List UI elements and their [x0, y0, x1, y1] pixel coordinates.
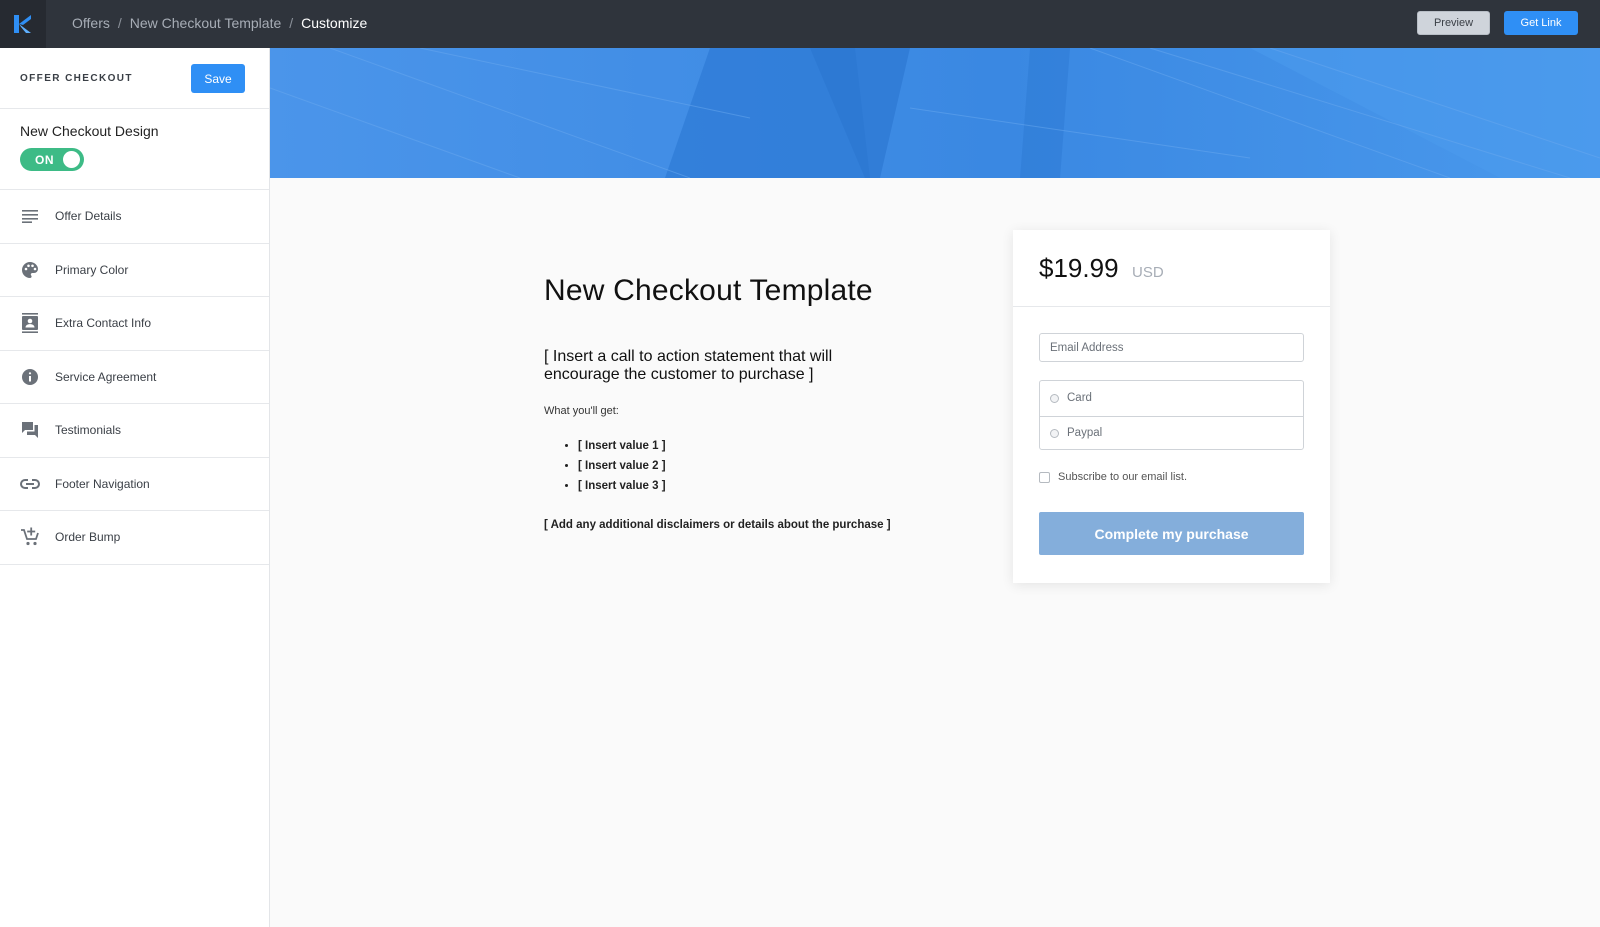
payment-method-group: Card Paypal: [1039, 380, 1304, 450]
payment-option-card[interactable]: Card: [1040, 381, 1303, 416]
breadcrumb-template[interactable]: New Checkout Template: [130, 15, 281, 31]
checkout-preview: New Checkout Template [ Insert a call to…: [270, 178, 1600, 927]
breadcrumb-current: Customize: [301, 15, 368, 31]
subscribe-row[interactable]: Subscribe to our email list.: [1039, 471, 1187, 483]
breadcrumb-separator: /: [117, 15, 122, 31]
page-title: New Checkout Template: [544, 274, 873, 307]
preview-button[interactable]: Preview: [1417, 11, 1490, 35]
sidebar-item-label: Testimonials: [55, 423, 122, 438]
sidebar-item-label: Extra Contact Info: [55, 316, 152, 331]
sidebar-item-testimonials[interactable]: Testimonials: [0, 404, 269, 458]
payment-option-paypal[interactable]: Paypal: [1040, 415, 1303, 451]
list-item: [ Insert value 1 ]: [578, 440, 666, 460]
sidebar-item-offer-details[interactable]: Offer Details: [0, 190, 269, 244]
payment-option-label: Paypal: [1067, 427, 1103, 440]
disclaimer-text: [ Add any additional disclaimers or deta…: [544, 519, 891, 531]
sidebar-item-service-agreement[interactable]: Service Agreement: [0, 351, 269, 404]
currency: USD: [1132, 264, 1164, 281]
sidebar: OFFER CHECKOUT Save New Checkout Design …: [0, 48, 270, 927]
top-bar: Offers / New Checkout Template / Customi…: [0, 0, 1600, 48]
payment-option-label: Card: [1067, 392, 1092, 405]
radio-button[interactable]: [1050, 428, 1059, 438]
sidebar-item-footer-navigation[interactable]: Footer Navigation: [0, 458, 269, 511]
lines-icon: [20, 206, 40, 226]
contact-card-icon: [20, 313, 40, 334]
sidebar-item-order-bump[interactable]: Order Bump: [0, 511, 269, 565]
sidebar-item-label: Order Bump: [55, 530, 121, 545]
header-banner-image: [270, 48, 1600, 178]
price-row: $19.99 USD: [1013, 230, 1330, 307]
toggle-label: ON: [35, 153, 54, 167]
what-you-get-label: What you'll get:: [544, 405, 619, 417]
call-to-action-text: [ Insert a call to action statement that…: [544, 348, 833, 383]
sidebar-item-label: Service Agreement: [55, 369, 157, 384]
radio-button[interactable]: [1050, 393, 1059, 403]
cart-add-icon: [20, 527, 40, 547]
toggle-knob: [63, 151, 80, 168]
breadcrumb-separator: /: [289, 15, 294, 31]
subscribe-checkbox[interactable]: [1039, 471, 1050, 483]
sidebar-item-label: Primary Color: [55, 262, 129, 277]
link-icon: [20, 474, 40, 494]
get-link-button[interactable]: Get Link: [1504, 11, 1578, 35]
info-icon: [20, 367, 40, 387]
sidebar-item-extra-contact-info[interactable]: Extra Contact Info: [0, 297, 269, 351]
palette-icon: [20, 260, 40, 280]
design-label: New Checkout Design: [20, 123, 159, 139]
sidebar-item-label: Footer Navigation: [55, 476, 150, 491]
save-button[interactable]: Save: [191, 64, 245, 93]
new-design-toggle[interactable]: ON: [20, 148, 84, 171]
breadcrumb: Offers / New Checkout Template / Customi…: [72, 0, 367, 46]
subscribe-label: Subscribe to our email list.: [1058, 471, 1187, 483]
list-item: [ Insert value 2 ]: [578, 460, 666, 480]
sidebar-header: OFFER CHECKOUT Save: [0, 48, 269, 109]
sidebar-item-label: Offer Details: [55, 209, 122, 224]
checkout-card: $19.99 USD Email Address Card Paypal Sub…: [1013, 230, 1330, 583]
email-field[interactable]: Email Address: [1039, 333, 1304, 362]
list-item: [ Insert value 3 ]: [578, 480, 666, 500]
kajabi-logo-icon[interactable]: [0, 0, 46, 48]
value-list: [ Insert value 1 ] [ Insert value 2 ] [ …: [578, 440, 666, 500]
sidebar-item-primary-color[interactable]: Primary Color: [0, 244, 269, 297]
chat-icon: [20, 420, 40, 440]
price: $19.99: [1039, 253, 1119, 283]
design-toggle-block: New Checkout Design ON: [0, 109, 269, 190]
complete-purchase-button[interactable]: Complete my purchase: [1039, 512, 1304, 555]
sidebar-title: OFFER CHECKOUT: [20, 73, 133, 84]
breadcrumb-offers[interactable]: Offers: [72, 15, 110, 31]
